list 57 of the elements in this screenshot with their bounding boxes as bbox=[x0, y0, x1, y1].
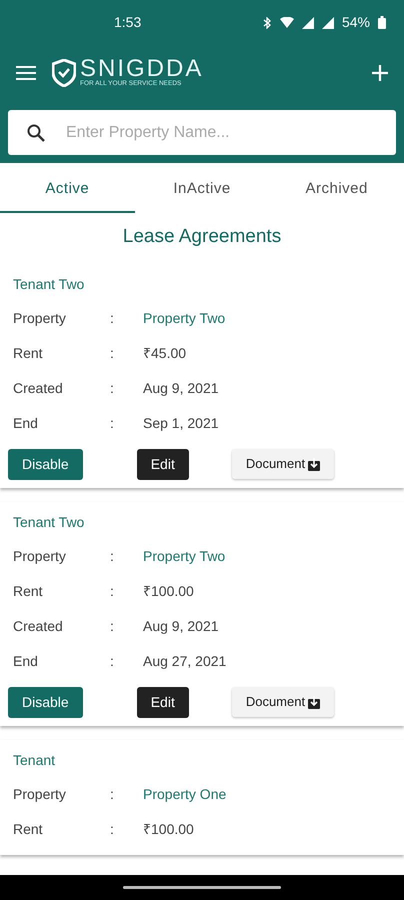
separator: : bbox=[110, 784, 115, 804]
separator: : bbox=[110, 582, 115, 600]
field-label: Property bbox=[13, 784, 67, 804]
tenant-name: Tenant bbox=[12, 750, 56, 770]
property-link[interactable]: Property One bbox=[143, 784, 226, 804]
field-value: ₹100.00 bbox=[143, 820, 194, 838]
field-label: Rent bbox=[13, 344, 44, 362]
add-icon[interactable] bbox=[372, 64, 388, 80]
field-label: Property bbox=[13, 308, 67, 328]
field-label: Property bbox=[13, 546, 67, 566]
property-link[interactable]: Property Two bbox=[143, 546, 226, 566]
field-value: Aug 27, 2021 bbox=[143, 652, 226, 671]
field-label: End bbox=[13, 652, 39, 670]
clock: 1:53 bbox=[114, 13, 142, 32]
separator: : bbox=[110, 616, 115, 636]
field-label: Created bbox=[13, 378, 64, 398]
field-value: Sep 1, 2021 bbox=[143, 414, 219, 433]
tab[interactable]: InActive bbox=[134, 163, 270, 213]
download-icon bbox=[308, 696, 320, 708]
document-button[interactable]: Document bbox=[232, 449, 334, 479]
tab[interactable]: Archived bbox=[269, 163, 404, 213]
disable-button[interactable]: Disable bbox=[8, 448, 83, 480]
field-value: Aug 9, 2021 bbox=[143, 378, 219, 398]
document-button[interactable]: Document bbox=[232, 687, 334, 717]
separator: : bbox=[110, 344, 115, 362]
battery-icon bbox=[378, 16, 386, 29]
separator: : bbox=[110, 378, 115, 398]
download-icon bbox=[308, 458, 320, 470]
bluetooth-icon bbox=[262, 16, 272, 28]
menu-icon[interactable] bbox=[16, 66, 36, 80]
property-link[interactable]: Property Two bbox=[143, 308, 226, 328]
field-value: ₹100.00 bbox=[143, 582, 194, 600]
tenant-name: Tenant Two bbox=[12, 512, 86, 532]
field-value: ₹45.00 bbox=[143, 344, 186, 362]
separator: : bbox=[110, 308, 115, 328]
shield-icon bbox=[52, 58, 76, 86]
field-label: Created bbox=[13, 616, 64, 636]
edit-button[interactable]: Edit bbox=[136, 448, 189, 480]
field-label: Rent bbox=[13, 582, 44, 600]
field-label: End bbox=[13, 414, 39, 432]
field-value: Aug 9, 2021 bbox=[143, 616, 219, 636]
separator: : bbox=[110, 820, 115, 838]
tenant-name: Tenant Two bbox=[12, 274, 86, 294]
wifi-icon bbox=[280, 17, 294, 28]
search-field[interactable]: Enter Property Name... bbox=[8, 110, 396, 155]
section-heading: Lease Agreements bbox=[122, 225, 282, 249]
edit-button[interactable]: Edit bbox=[136, 686, 189, 718]
signal-icon bbox=[302, 16, 314, 28]
separator: : bbox=[110, 652, 115, 670]
signal-icon bbox=[322, 16, 334, 28]
field-label: Rent bbox=[13, 820, 44, 838]
battery-level: 54% bbox=[342, 13, 370, 32]
separator: : bbox=[110, 414, 115, 432]
tab[interactable]: Active bbox=[0, 163, 135, 213]
separator: : bbox=[110, 546, 115, 566]
disable-button[interactable]: Disable bbox=[8, 686, 83, 718]
logo-name: SNIGDDA bbox=[80, 57, 204, 82]
